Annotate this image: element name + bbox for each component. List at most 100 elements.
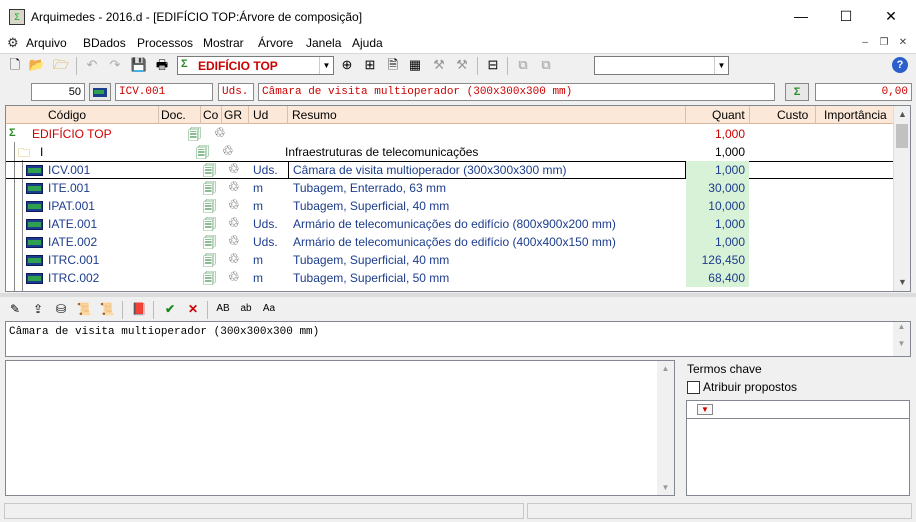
- table-row[interactable]: ITRC.002 🗐 ♲ m Tubagem, Superficial, 50 …: [6, 269, 894, 287]
- scroll-down-icon[interactable]: ▼: [657, 483, 674, 492]
- recycle-icon[interactable]: ♲: [228, 197, 240, 213]
- recycle-icon[interactable]: ♲: [228, 161, 240, 177]
- mdi-close-icon[interactable]: ✕: [896, 36, 910, 50]
- keywords-list[interactable]: ▼: [686, 400, 910, 496]
- tree-view-icon[interactable]: ⊟: [484, 56, 502, 74]
- table-row[interactable]: IATE.002 🗐 ♲ Uds. Armário de telecomunic…: [6, 233, 894, 251]
- chevron-down-icon[interactable]: ▼: [319, 57, 333, 74]
- recycle-icon[interactable]: ♲: [214, 125, 226, 141]
- row-code: IATE.001: [48, 217, 98, 231]
- hammer-icon[interactable]: ⚒: [453, 56, 471, 74]
- chevron-down-icon[interactable]: ▼: [714, 57, 728, 74]
- scroll-down-icon[interactable]: ▼: [893, 339, 910, 348]
- table-row-selected[interactable]: ICV.001 🗐 ♲ Uds. Câmara de visita multio…: [6, 161, 894, 179]
- row-code: ITRC.002: [48, 271, 100, 285]
- lowercase-icon[interactable]: ab: [237, 300, 255, 318]
- menu-processos[interactable]: Processos: [137, 36, 193, 50]
- project-combo-value: EDIFÍCIO TOP: [198, 59, 278, 73]
- row-resumo[interactable]: Câmara de visita multioperador (300x300x…: [288, 161, 686, 179]
- insert-node-icon[interactable]: ⊞: [361, 56, 379, 74]
- menu-arvore[interactable]: Árvore: [258, 36, 293, 50]
- window-tile-icon[interactable]: ⧉: [514, 56, 532, 74]
- menu-ajuda[interactable]: Ajuda: [352, 36, 383, 50]
- help-icon[interactable]: ?: [892, 57, 908, 73]
- undo-icon[interactable]: ↶: [83, 56, 101, 74]
- splitter[interactable]: [0, 293, 916, 297]
- atribuir-checkbox[interactable]: [687, 381, 700, 394]
- col-header-importancia[interactable]: Importância: [824, 108, 887, 122]
- recycle-icon[interactable]: ♲: [222, 143, 234, 159]
- mdi-restore-icon[interactable]: ❐: [877, 36, 891, 50]
- col-header-quant[interactable]: Quant: [712, 108, 745, 122]
- scroll-down-icon[interactable]: ▼: [894, 274, 910, 291]
- col-header-ud[interactable]: Ud: [253, 108, 268, 122]
- new-file-icon[interactable]: 🗋: [6, 56, 24, 74]
- scroll-text-icon[interactable]: 📜: [75, 300, 93, 318]
- project-combo[interactable]: Σ EDIFÍCIO TOP ▼: [177, 56, 334, 75]
- cancel-icon[interactable]: ✕: [184, 300, 202, 318]
- grid-scrollbar[interactable]: ▲ ▼: [893, 106, 910, 291]
- recycle-icon[interactable]: ♲: [228, 233, 240, 249]
- menu-mostrar[interactable]: Mostrar: [203, 36, 244, 50]
- scroll-up-icon[interactable]: ▲: [893, 322, 910, 331]
- window-cascade-icon[interactable]: ⧉: [537, 56, 555, 74]
- col-header-gr[interactable]: GR: [224, 108, 242, 122]
- capitalize-icon[interactable]: Aa: [260, 300, 278, 318]
- code-field[interactable]: ICV.001: [115, 83, 213, 101]
- menu-arquivo[interactable]: Arquivo: [26, 36, 67, 50]
- col-header-codigo[interactable]: Código: [48, 108, 86, 122]
- redo-icon[interactable]: ↷: [106, 56, 124, 74]
- item-icon: [26, 219, 43, 230]
- add-node-icon[interactable]: ⊕: [338, 56, 356, 74]
- number-field[interactable]: 50: [31, 83, 85, 101]
- table-row[interactable]: IATE.001 🗐 ♲ Uds. Armário de telecomunic…: [6, 215, 894, 233]
- database-icon[interactable]: ⛁: [52, 300, 70, 318]
- sum-icon[interactable]: Σ: [785, 83, 809, 101]
- document-icon[interactable]: 🗐: [203, 270, 216, 291]
- summary-text-panel[interactable]: Câmara de visita multioperador (300x300x…: [5, 321, 911, 357]
- scroll-up-icon[interactable]: ▲: [894, 106, 910, 123]
- scroll-edit-icon[interactable]: 📜: [98, 300, 116, 318]
- col-header-co[interactable]: Co: [203, 108, 218, 122]
- table-row[interactable]: ITRC.001 🗐 ♲ m Tubagem, Superficial, 40 …: [6, 251, 894, 269]
- calculator-icon[interactable]: ▦: [406, 56, 424, 74]
- col-header-resumo[interactable]: Resumo: [292, 108, 337, 122]
- dropdown-icon[interactable]: ▼: [697, 404, 713, 415]
- recycle-icon[interactable]: ♲: [228, 215, 240, 231]
- row-quant: 1,000: [686, 161, 749, 179]
- open-folder-icon[interactable]: 📂: [28, 56, 46, 74]
- col-header-custo[interactable]: Custo: [777, 108, 808, 122]
- print-icon[interactable]: 🖶: [153, 56, 171, 74]
- col-header-doc[interactable]: Doc.: [161, 108, 186, 122]
- table-row[interactable]: ITE.001 🗐 ♲ m Tubagem, Enterrado, 63 mm …: [6, 179, 894, 197]
- unit-field[interactable]: Uds.: [218, 83, 254, 101]
- item-type-button[interactable]: [89, 83, 111, 101]
- open-database-icon[interactable]: 🗁: [52, 56, 70, 74]
- save-icon[interactable]: 💾: [130, 56, 148, 74]
- table-row[interactable]: Σ EDIFÍCIO TOP 🗐 ♲ 1,000: [6, 125, 894, 143]
- minimize-button[interactable]: —: [778, 0, 824, 33]
- accept-icon[interactable]: ✔: [161, 300, 179, 318]
- recycle-icon[interactable]: ♲: [228, 269, 240, 285]
- scroll-thumb[interactable]: [896, 124, 908, 148]
- maximize-button[interactable]: ☐: [823, 0, 869, 33]
- table-row[interactable]: IPAT.001 🗐 ♲ m Tubagem, Superficial, 40 …: [6, 197, 894, 215]
- import-icon[interactable]: ⇪: [29, 300, 47, 318]
- mdi-minimize-icon[interactable]: –: [858, 36, 872, 50]
- edit-text-icon[interactable]: ✎: [6, 300, 24, 318]
- book-icon[interactable]: 📕: [130, 300, 148, 318]
- table-row[interactable]: 🗀 I 🗐 ♲ Infraestruturas de telecomunicaç…: [6, 143, 894, 161]
- filter-combo[interactable]: ▼: [594, 56, 729, 75]
- menu-janela[interactable]: Janela: [306, 36, 341, 50]
- menu-bdados[interactable]: BDados: [83, 36, 126, 50]
- recycle-icon[interactable]: ♲: [228, 251, 240, 267]
- uppercase-icon[interactable]: AB: [214, 300, 232, 318]
- document-icon[interactable]: 🗎: [384, 56, 402, 74]
- close-button[interactable]: ✕: [868, 0, 914, 33]
- scroll-up-icon[interactable]: ▲: [657, 364, 674, 373]
- long-description-editor[interactable]: ▲ ▼: [5, 360, 675, 496]
- tool-icon[interactable]: ⚒: [430, 56, 448, 74]
- recycle-icon[interactable]: ♲: [228, 179, 240, 195]
- summary-field[interactable]: Câmara de visita multioperador (300x300x…: [258, 83, 775, 101]
- summary-text: Câmara de visita multioperador (300x300x…: [9, 326, 320, 338]
